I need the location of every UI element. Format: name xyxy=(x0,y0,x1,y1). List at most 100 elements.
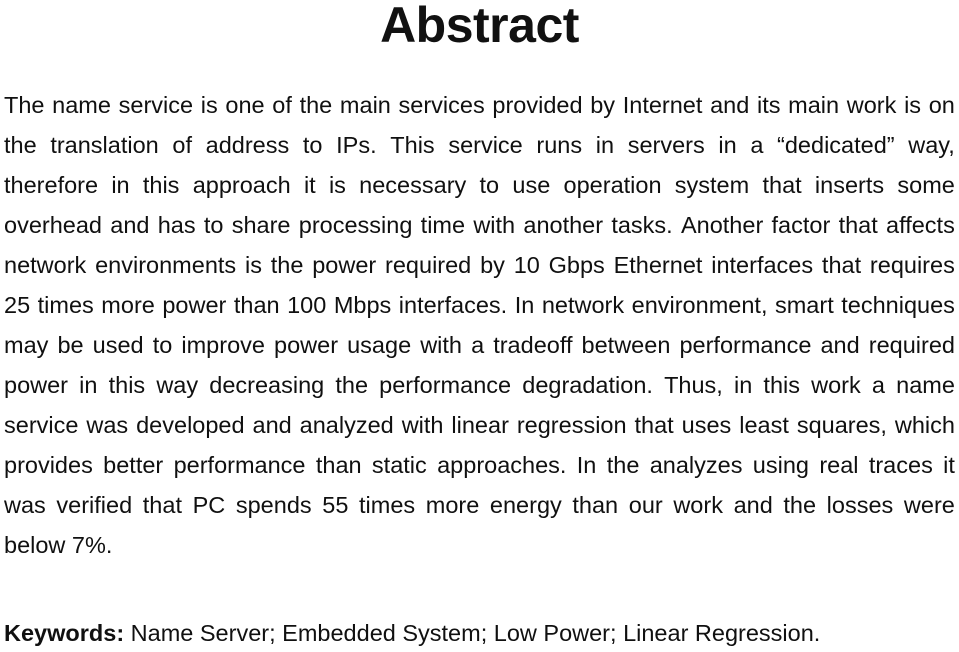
abstract-word: between xyxy=(581,332,671,358)
abstract-word: this xyxy=(108,372,146,398)
abstract-word: name xyxy=(52,92,111,118)
abstract-word: operation xyxy=(563,172,662,198)
abstract-word: and xyxy=(252,412,292,438)
abstract-word: environments xyxy=(95,252,237,278)
abstract-word: the xyxy=(606,452,640,478)
abstract-word: inserts xyxy=(814,172,885,198)
abstract-word: verified xyxy=(56,492,133,518)
abstract-word: the xyxy=(270,252,304,278)
abstract-word: Ethernet xyxy=(613,252,703,278)
abstract-word: using xyxy=(752,452,809,478)
abstract-word: the xyxy=(783,492,817,518)
abstract-word: times xyxy=(37,292,94,318)
abstract-word: performance xyxy=(679,332,812,358)
abstract-word: use xyxy=(512,172,551,198)
abstract-word: time xyxy=(420,212,466,238)
abstract-word: a xyxy=(871,372,885,398)
abstract-word: required xyxy=(868,332,955,358)
abstract-word: Gbps xyxy=(548,252,605,278)
abstract-word: to xyxy=(302,132,323,158)
abstract-word: in xyxy=(595,132,615,158)
abstract-word: approach xyxy=(192,172,291,198)
abstract-word: has xyxy=(157,212,196,238)
page-title: Abstract xyxy=(380,0,579,53)
abstract-word: performance xyxy=(173,452,306,478)
abstract-word: interfaces. xyxy=(398,292,508,318)
abstract-word: in xyxy=(718,132,737,158)
abstract-word: PC xyxy=(192,492,226,518)
abstract-word: necessary xyxy=(359,172,467,198)
abstract-word: uses xyxy=(681,412,732,438)
abstract-word: it xyxy=(303,172,316,198)
abstract-word: tradeoff xyxy=(493,332,573,358)
abstract-word: to xyxy=(152,332,173,358)
abstract-word: processing xyxy=(298,212,413,238)
abstract-line: below 7%. xyxy=(4,532,113,558)
document-page: Abstract The name service is one of the main ser… xyxy=(0,0,959,652)
abstract-word: 25 xyxy=(4,292,31,318)
abstract-word: was xyxy=(4,492,46,518)
abstract-word: 10 xyxy=(513,252,540,278)
abstract-line: power in this way decreasing the performance de… xyxy=(4,365,955,405)
abstract-word: the xyxy=(299,92,333,118)
abstract-word: it xyxy=(943,452,955,478)
abstract-word: may xyxy=(4,332,49,358)
abstract-word: decreasing xyxy=(209,372,325,398)
abstract-word: better xyxy=(103,452,164,478)
abstract-word: In xyxy=(576,452,597,478)
abstract-word: techniques xyxy=(841,292,955,318)
abstract-word: in xyxy=(733,372,753,398)
abstract-word: and xyxy=(820,332,860,358)
abstract-word: “dedicated” xyxy=(777,132,895,158)
abstract-word: approaches. xyxy=(437,452,567,478)
abstract-word: way xyxy=(156,372,199,398)
abstract-word: least xyxy=(739,412,789,438)
abstract-word: linear xyxy=(451,412,509,438)
abstract-word: than xyxy=(315,452,362,478)
abstract-word: traces xyxy=(868,452,933,478)
abstract-word: smart xyxy=(774,292,834,318)
abstract-word: the xyxy=(4,132,37,158)
abstract-word: translation xyxy=(50,132,159,158)
abstract-word: system xyxy=(674,172,750,198)
abstract-word: losses xyxy=(826,492,894,518)
abstract-word: the xyxy=(335,372,369,398)
abstract-line: the translation of address to IPs. This service… xyxy=(4,125,955,165)
abstract-word: to xyxy=(479,172,500,198)
abstract-word: were xyxy=(903,492,955,518)
abstract-word: be xyxy=(57,332,84,358)
abstract-word: requires xyxy=(869,252,955,278)
abstract-word: main xyxy=(788,92,840,118)
abstract-word: another xyxy=(523,212,604,238)
abstract-word: of xyxy=(272,92,292,118)
abstract-word: this xyxy=(763,372,800,398)
abstract-word: developed xyxy=(136,412,245,438)
abstract-word: is xyxy=(328,172,346,198)
abstract-word: main xyxy=(339,92,391,118)
abstract-word: energy xyxy=(489,492,562,518)
abstract-word: address xyxy=(205,132,290,158)
abstract-word: with xyxy=(401,412,444,438)
abstract-word: power xyxy=(162,292,227,318)
abstract-word: name xyxy=(896,372,955,398)
abstract-word: in xyxy=(79,372,98,398)
abstract-word: IPs. xyxy=(336,132,377,158)
abstract-word: with xyxy=(473,212,516,238)
abstract-word: is xyxy=(904,92,922,118)
abstract-word: is xyxy=(200,92,218,118)
abstract-word: some xyxy=(897,172,955,198)
abstract-word: that xyxy=(634,412,674,438)
abstract-word: than xyxy=(233,292,280,318)
abstract-line: 25 times more power than 100 Mbps interfaces. In… xyxy=(4,285,955,325)
abstract-word: by xyxy=(480,252,505,278)
abstract-word: work xyxy=(846,92,897,118)
abstract-word: provided xyxy=(492,92,583,118)
abstract-word: analyzed xyxy=(299,412,394,438)
abstract-word: interfaces xyxy=(711,252,814,278)
abstract-word: environment, xyxy=(631,292,768,318)
abstract-word: which xyxy=(894,412,955,438)
abstract-line: therefore in this approach it is necessary to us… xyxy=(4,165,955,205)
abstract-word: share xyxy=(231,212,291,238)
abstract-word: 55 xyxy=(322,492,349,518)
abstract-word: was xyxy=(86,412,129,438)
